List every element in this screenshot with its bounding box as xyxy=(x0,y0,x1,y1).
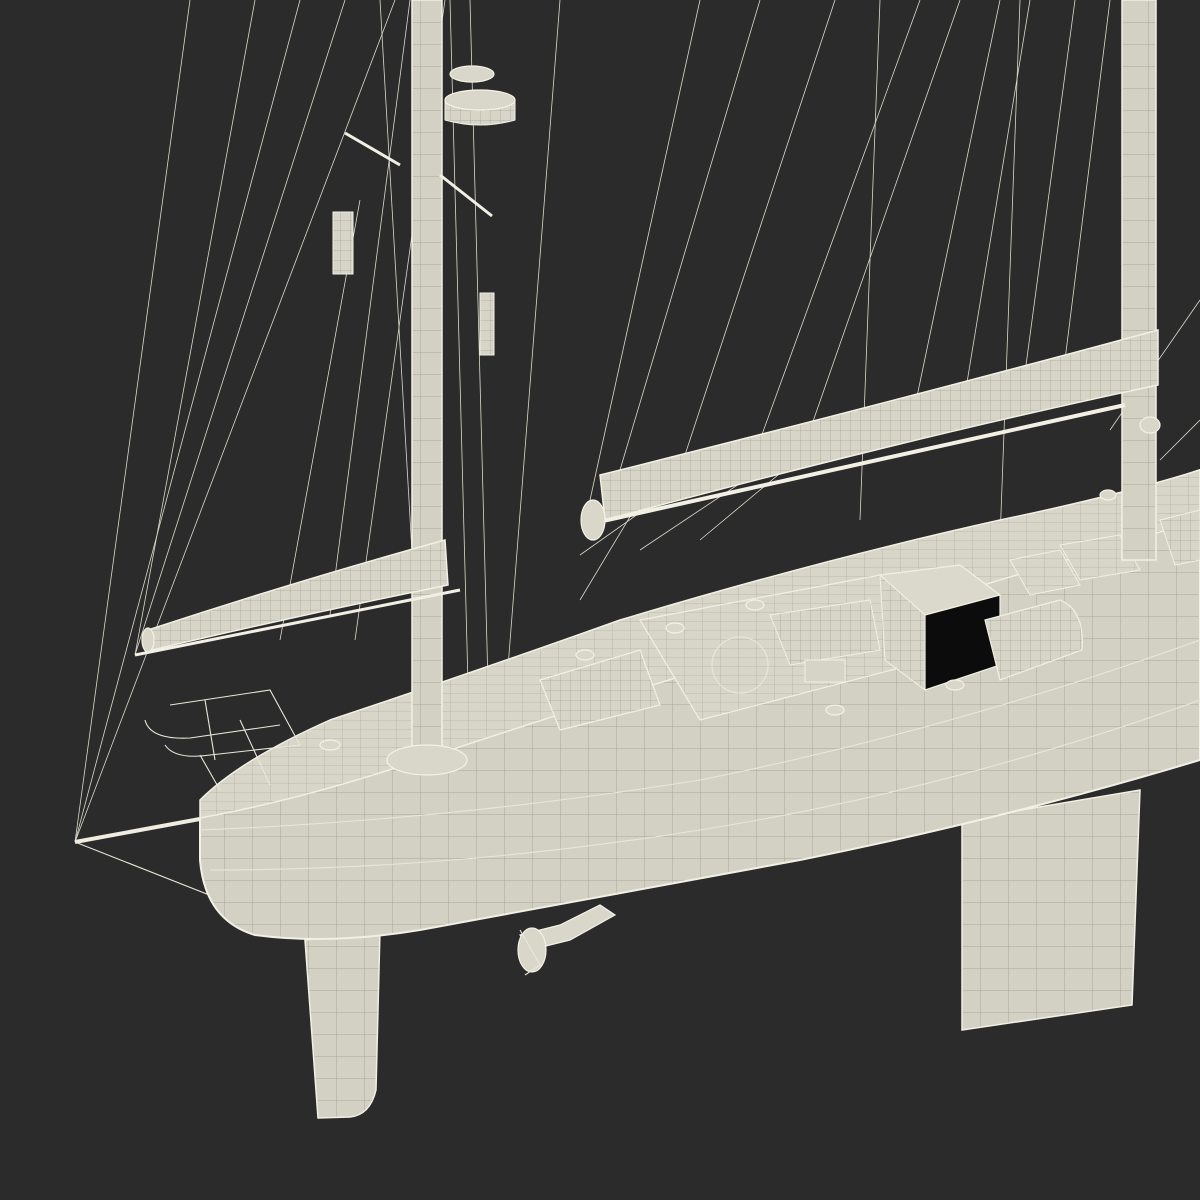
propeller xyxy=(517,904,617,976)
sailboat-wireframe-render xyxy=(0,0,1200,1200)
rudder xyxy=(304,929,381,1119)
main-mast xyxy=(1121,0,1157,561)
radar-dome xyxy=(444,65,516,126)
keel xyxy=(961,789,1141,1031)
render-canvas xyxy=(74,0,1200,1119)
